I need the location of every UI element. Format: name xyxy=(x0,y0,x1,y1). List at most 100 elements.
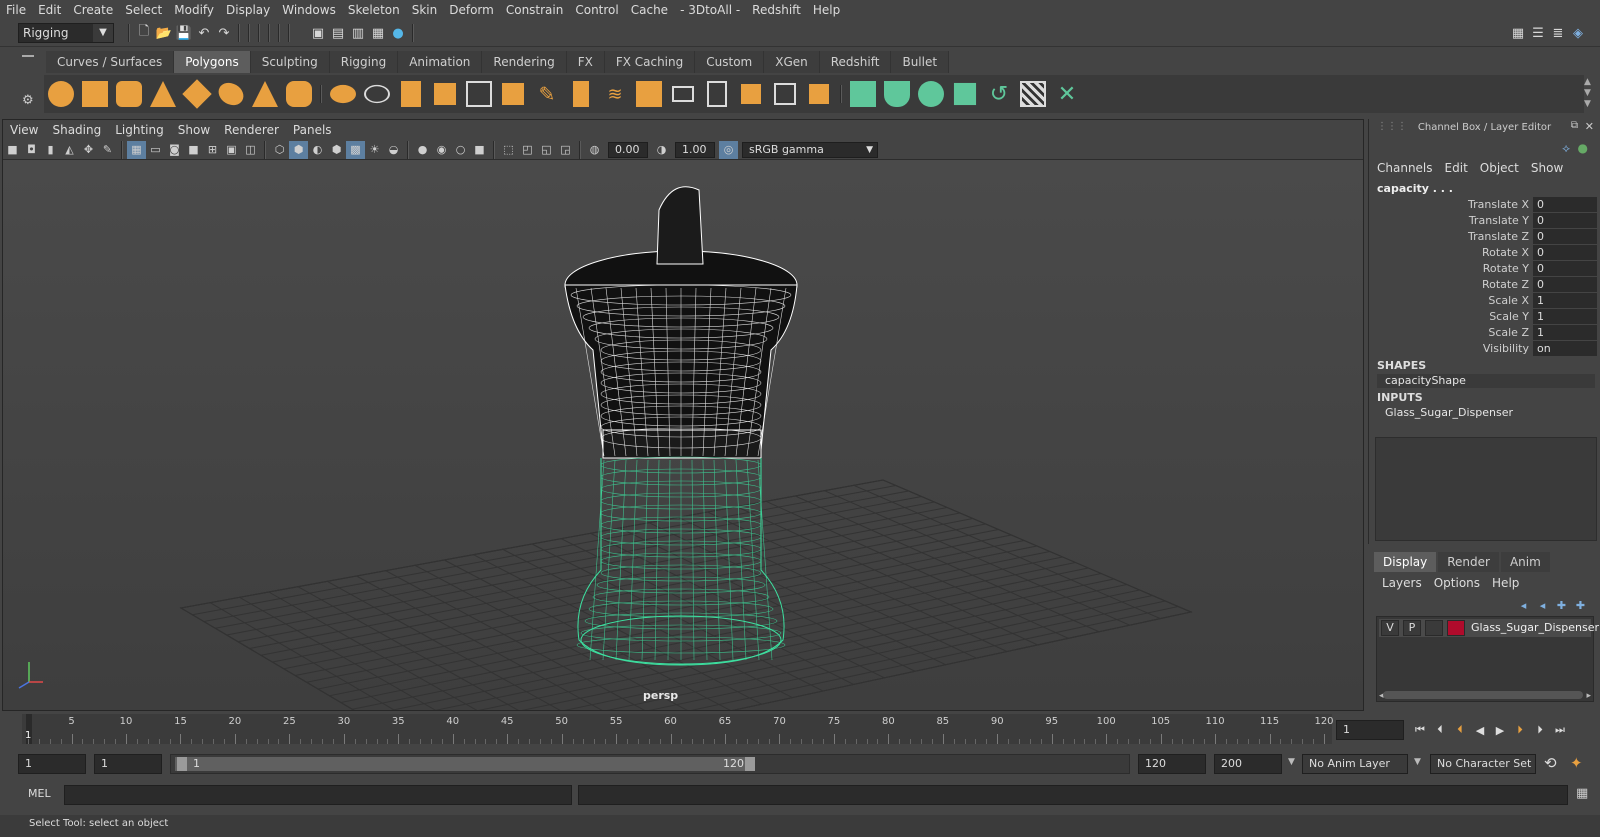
automatic-map-icon[interactable] xyxy=(948,77,982,111)
menu-file[interactable]: File xyxy=(0,0,32,20)
range-slider-fill[interactable] xyxy=(175,757,755,771)
cb-menu-object[interactable]: Object xyxy=(1480,161,1519,175)
shelf-menu-icon[interactable] xyxy=(22,55,34,57)
attr-value[interactable]: 0 xyxy=(1533,197,1597,212)
move-layer-up-icon[interactable]: ◂ xyxy=(1514,596,1533,614)
vp-menu-shading[interactable]: Shading xyxy=(45,120,108,140)
range-slider-bar[interactable]: 1 120 xyxy=(170,754,1130,774)
play-backwards-icon[interactable]: ◀ xyxy=(1470,720,1490,740)
menu-constrain[interactable]: Constrain xyxy=(500,0,570,20)
gate-mask-icon[interactable]: ■ xyxy=(184,141,203,159)
axis-icon[interactable]: ⟡ xyxy=(1562,141,1570,156)
wireframe-on-shaded-icon[interactable]: ⬢ xyxy=(327,141,346,159)
menu-display[interactable]: Display xyxy=(220,0,276,20)
use-default-material-icon[interactable]: ◐ xyxy=(308,141,327,159)
play-forwards-icon[interactable]: ▶ xyxy=(1490,720,1510,740)
keyframe-icon[interactable]: ● xyxy=(1578,141,1588,155)
planar-map-icon[interactable] xyxy=(846,77,880,111)
grid-icon[interactable]: ▦ xyxy=(127,140,146,159)
mirror-icon[interactable] xyxy=(394,77,428,111)
animation-end-field[interactable]: 200 xyxy=(1214,754,1282,774)
field-chart-icon[interactable]: ⊞ xyxy=(203,141,222,159)
le-menu-options[interactable]: Options xyxy=(1434,576,1480,590)
insert-edge-loop-icon[interactable]: ≋ xyxy=(598,77,632,111)
exposure-field[interactable]: 0.00 xyxy=(608,141,648,158)
object-name[interactable]: capacity . . . xyxy=(1377,182,1453,195)
shelf-tab-rendering[interactable]: Rendering xyxy=(482,51,567,73)
character-set-dropdown[interactable]: No Character Set xyxy=(1430,754,1536,774)
layer-visibility-toggle[interactable]: V xyxy=(1381,620,1399,636)
cb-menu-channels[interactable]: Channels xyxy=(1377,161,1433,175)
shelf-scroll-icon[interactable]: ▲ ▼ ▼ xyxy=(1584,77,1591,110)
layer-row[interactable]: V P Glass_Sugar_Dispenser xyxy=(1379,619,1599,637)
go-to-start-icon[interactable]: ⏮ xyxy=(1410,720,1430,740)
xray-joints-icon[interactable]: ◲ xyxy=(556,141,575,159)
tool-settings-icon[interactable]: ≣ xyxy=(1548,23,1568,43)
vp-menu-lighting[interactable]: Lighting xyxy=(108,120,171,140)
attr-value[interactable]: 0 xyxy=(1533,245,1597,260)
render-settings-icon[interactable]: ▦ xyxy=(368,23,388,43)
multisample-aa-icon[interactable]: ○ xyxy=(451,141,470,159)
menu-cache[interactable]: Cache xyxy=(625,0,674,20)
cb-menu-show[interactable]: Show xyxy=(1531,161,1563,175)
new-scene-icon[interactable]: 🗋 xyxy=(134,23,154,43)
poly-cone-icon[interactable] xyxy=(146,77,180,111)
safe-action-icon[interactable]: ▣ xyxy=(222,141,241,159)
attr-scale-z[interactable]: Scale Z 1 xyxy=(1369,325,1600,341)
attr-value[interactable]: 0 xyxy=(1533,277,1597,292)
move-layer-down-icon[interactable]: ◂ xyxy=(1533,596,1552,614)
view-transform-dropdown[interactable]: sRGB gamma ▼ xyxy=(742,141,878,158)
animation-preferences-icon[interactable]: ✦ xyxy=(1570,754,1583,772)
vp-menu-show[interactable]: Show xyxy=(171,120,217,140)
hypershade-icon[interactable]: ● xyxy=(388,23,408,43)
smooth-shade-icon[interactable]: ⬢ xyxy=(289,140,308,159)
menu-select[interactable]: Select xyxy=(119,0,168,20)
target-weld-icon[interactable] xyxy=(700,77,734,111)
close-icon[interactable]: ✕ xyxy=(1585,120,1594,133)
float-icon[interactable]: ⧉ xyxy=(1571,120,1578,131)
script-language-toggle[interactable]: MEL xyxy=(28,787,51,800)
attr-visibility[interactable]: Visibility on xyxy=(1369,341,1600,357)
symmetry-icon[interactable]: ✕ xyxy=(1050,77,1084,111)
multi-cut-icon[interactable]: ✎ xyxy=(530,77,564,111)
layer-playback-toggle[interactable]: P xyxy=(1403,620,1421,636)
render-frame-icon[interactable]: ▤ xyxy=(328,23,348,43)
append-polygon-icon[interactable] xyxy=(632,77,666,111)
menu-control[interactable]: Control xyxy=(569,0,624,20)
le-menu-layers[interactable]: Layers xyxy=(1382,576,1422,590)
spherical-map-icon[interactable] xyxy=(914,77,948,111)
layer-scrollbar[interactable] xyxy=(1383,691,1583,699)
poly-torus-icon[interactable] xyxy=(214,77,248,111)
menu-help[interactable]: Help xyxy=(807,0,846,20)
bookmark-icon[interactable]: ▮ xyxy=(41,141,60,159)
textured-icon[interactable]: ▩ xyxy=(346,140,365,159)
attribute-editor-icon[interactable]: ☰ xyxy=(1528,23,1548,43)
menu-modify[interactable]: Modify xyxy=(168,0,220,20)
layer-name[interactable]: Glass_Sugar_Dispenser xyxy=(1471,621,1599,634)
scroll-right-icon[interactable]: ▸ xyxy=(1586,691,1591,701)
attr-scale-x[interactable]: Scale X 1 xyxy=(1369,293,1600,309)
shelf-tab-rigging[interactable]: Rigging xyxy=(329,51,399,73)
poly-sphere-icon[interactable] xyxy=(44,77,78,111)
render-view-icon[interactable]: ▣ xyxy=(308,23,328,43)
shelf-tab-fx[interactable]: FX xyxy=(566,51,605,73)
unfold-icon[interactable]: ↺ xyxy=(982,77,1016,111)
exposure-icon[interactable]: ◍ xyxy=(585,141,604,159)
separate-icon[interactable] xyxy=(360,77,394,111)
step-forward-frame-icon[interactable]: ⏵ xyxy=(1530,720,1550,740)
shelf-settings-icon[interactable]: ⚙ xyxy=(22,93,34,108)
grease-pencil-icon[interactable]: ✎ xyxy=(98,141,117,159)
chevron-down-icon[interactable]: ▼ xyxy=(1288,757,1295,767)
new-layer-icon[interactable]: ✚ xyxy=(1552,596,1571,614)
poly-pipe-icon[interactable] xyxy=(282,77,316,111)
workspace-icon[interactable]: ▦ xyxy=(1508,23,1528,43)
ipr-render-icon[interactable]: ▥ xyxy=(348,23,368,43)
bridge-icon[interactable] xyxy=(496,77,530,111)
shape-item[interactable]: capacityShape xyxy=(1377,374,1595,388)
attr-value[interactable]: 0 xyxy=(1533,261,1597,276)
isolate-select-icon[interactable]: ⬚ xyxy=(499,141,518,159)
layer-tab-render[interactable]: Render xyxy=(1438,552,1499,572)
undo-icon[interactable]: ↶ xyxy=(194,23,214,43)
attr-translate-z[interactable]: Translate Z 0 xyxy=(1369,229,1600,245)
new-layer-selected-icon[interactable]: ✚ xyxy=(1571,596,1590,614)
